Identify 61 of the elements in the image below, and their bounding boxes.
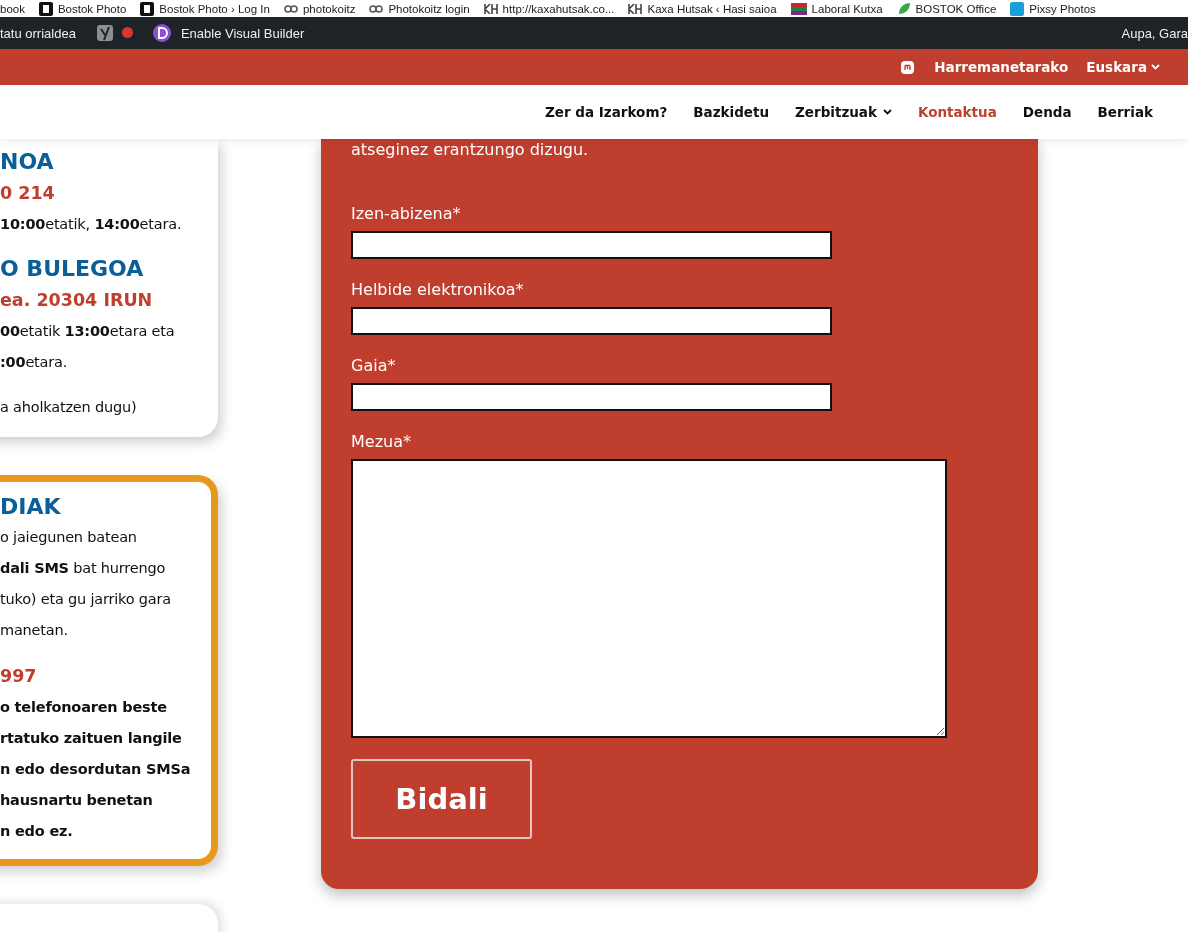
info-text: 10:00etatik, 14:00etara.	[0, 215, 183, 234]
nav-link[interactable]: Denda	[1022, 104, 1072, 120]
contact-detail: 0 214	[0, 182, 56, 205]
logo-icon	[369, 3, 384, 14]
info-text: tuko) eta gu jarriko gara	[0, 590, 172, 609]
field-label: Mezua*	[351, 431, 412, 453]
info-text: n edo ez.	[0, 822, 74, 841]
nav-link[interactable]: Bazkidetu	[693, 104, 770, 120]
logo-icon	[483, 3, 498, 14]
bookmark-link[interactable]: Bostok Photo › Log In	[159, 2, 270, 15]
intro-text: atseginez erantzungo dizugu.	[351, 139, 590, 161]
contact-detail: ea. 20304 IRUN	[0, 289, 154, 312]
bookmark-link[interactable]: BOSTOK Office	[915, 2, 997, 15]
bookmark-link[interactable]: Kaxa Hutsak ‹ Hasi saioa	[647, 2, 777, 15]
field-label: Gaia*	[351, 355, 397, 377]
bookmark-link[interactable]: Laboral Kutxa	[811, 2, 883, 15]
flag-icon	[790, 2, 807, 15]
bookmark-link[interactable]: photokoitz	[302, 2, 356, 15]
section-heading: O BULEGOA	[0, 255, 145, 283]
logo-icon	[628, 3, 643, 14]
message-field[interactable]	[351, 459, 947, 738]
bookmark-link[interactable]: Pixsy Photos	[1029, 2, 1096, 15]
section-heading: DIAK	[0, 493, 62, 521]
section-heading: NOA	[0, 148, 55, 176]
input-field[interactable]	[351, 231, 832, 259]
leaf-icon	[896, 1, 911, 16]
bookmark-link[interactable]: Photokoitz login	[388, 2, 470, 15]
mastodon-icon[interactable]	[901, 60, 915, 74]
greeting-text[interactable]: Aupa, Gara	[1121, 25, 1188, 41]
y-logo-icon[interactable]	[95, 24, 114, 42]
info-text: rtatuko zaituen langile	[0, 729, 183, 748]
input-field[interactable]	[351, 307, 832, 335]
info-text: manetan.	[0, 621, 69, 640]
info-text: o telefonoaren beste	[0, 698, 168, 717]
input-field[interactable]	[351, 383, 832, 411]
info-text: dali SMS bat hurrengo	[0, 559, 167, 578]
logo-icon	[1010, 1, 1025, 16]
top-bar-link[interactable]: Euskara	[1086, 59, 1160, 75]
info-text: n edo desordutan SMSa	[0, 760, 191, 779]
info-text: hausnartu benetan	[0, 791, 154, 810]
contact-detail: 997	[0, 665, 38, 688]
view-page-link[interactable]: tatu orrialdea	[0, 25, 76, 41]
field-label: Izen-abizena*	[351, 203, 462, 225]
bookmark-link[interactable]: book	[0, 2, 25, 15]
nav-link[interactable]: Zer da Izarkom?	[545, 104, 668, 120]
top-bar-link[interactable]: Harremanetarako	[934, 59, 1069, 75]
logo-icon	[283, 3, 298, 14]
status-dot	[121, 26, 133, 38]
nav-link[interactable]: Berriak	[1097, 104, 1153, 120]
bookmark-link[interactable]: Bostok Photo	[57, 2, 127, 15]
nav-link[interactable]: Zerbitzuak	[795, 104, 892, 120]
visual-builder-link[interactable]: Enable Visual Builder	[180, 25, 305, 41]
info-text: 00etatik 13:00etara eta	[0, 322, 176, 341]
nav-link[interactable]: Kontaktua	[917, 104, 997, 120]
bookmark-link[interactable]: http://kaxahutsak.co...	[502, 2, 615, 15]
info-text: o jaiegunen batean	[0, 528, 138, 547]
info-text: a aholkatzen dugu)	[0, 398, 138, 417]
d-logo-icon[interactable]	[152, 24, 171, 42]
field-label: Helbide elektronikoa*	[351, 279, 525, 301]
info-text: :00etara.	[0, 353, 69, 372]
submit-button[interactable]: Bidali	[351, 759, 532, 839]
